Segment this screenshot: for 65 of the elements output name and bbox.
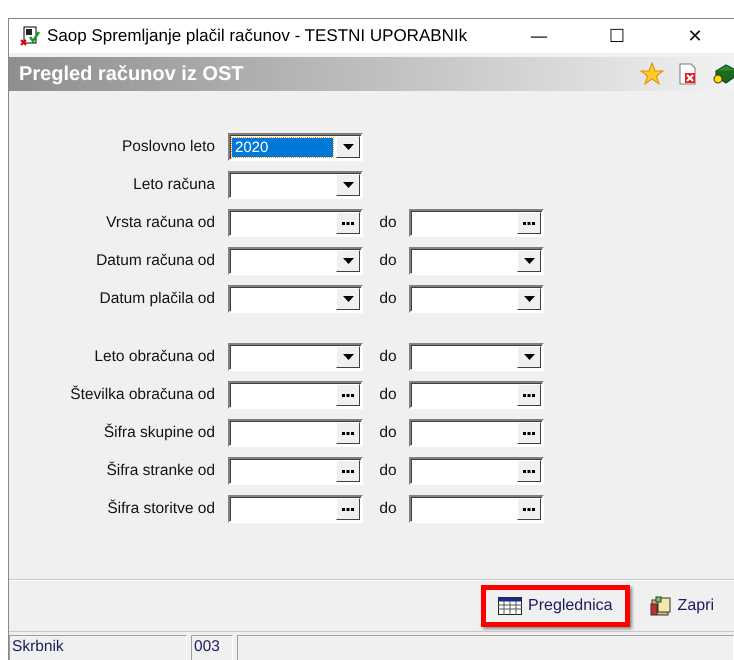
field-label: Šifra skupine od: [102, 424, 216, 442]
lookup-field[interactable]: [409, 381, 544, 409]
close-window-button[interactable]: Zapri: [644, 592, 720, 620]
status-cell: 003: [191, 635, 233, 660]
dropdown-arrow-icon[interactable]: [342, 182, 354, 188]
delete-document-icon[interactable]: [678, 63, 698, 85]
field-label: Poslovno leto: [120, 138, 216, 156]
field-label: Leto obračuna od: [93, 348, 216, 366]
field-label: do: [378, 290, 398, 308]
ellipsis-icon[interactable]: [523, 222, 535, 224]
ellipsis-icon[interactable]: [342, 470, 354, 472]
dropdown-field[interactable]: [228, 285, 363, 313]
dropdown-field[interactable]: [228, 343, 363, 371]
dropdown-field[interactable]: 2020: [228, 133, 363, 161]
ellipsis-icon[interactable]: [523, 508, 535, 510]
lookup-field[interactable]: [228, 419, 363, 447]
lookup-field[interactable]: [228, 381, 363, 409]
table-icon: [498, 597, 522, 615]
dropdown-field[interactable]: [228, 171, 363, 199]
ellipsis-icon[interactable]: [523, 470, 535, 472]
field-label: do: [378, 214, 398, 232]
dropdown-arrow-icon[interactable]: [342, 144, 354, 150]
app-icon: [19, 25, 41, 47]
dropdown-arrow-icon[interactable]: [342, 296, 354, 302]
star-icon[interactable]: [640, 62, 664, 86]
field-label: do: [378, 386, 398, 404]
ellipsis-icon[interactable]: [523, 432, 535, 434]
field-label: do: [378, 462, 398, 480]
ellipsis-icon[interactable]: [342, 508, 354, 510]
door-icon: [650, 596, 672, 616]
field-label: do: [378, 252, 398, 270]
dropdown-arrow-icon[interactable]: [524, 354, 534, 360]
field-label: Leto računa: [132, 176, 216, 194]
ellipsis-icon[interactable]: [523, 394, 535, 396]
field-label: do: [378, 500, 398, 518]
ellipsis-icon[interactable]: [342, 394, 354, 396]
lookup-field[interactable]: [228, 495, 363, 523]
lookup-field[interactable]: [409, 495, 544, 523]
field-label: Šifra stranke od: [105, 462, 216, 480]
status-cell: Skrbnik: [9, 635, 187, 660]
field-label: Šifra storitve od: [106, 500, 216, 518]
panel-title: Pregled računov iz OST: [19, 62, 244, 86]
dropdown-field[interactable]: [409, 343, 544, 371]
field-label: Datum plačila od: [98, 290, 216, 308]
field-label: Vrsta računa od: [105, 214, 216, 232]
dropdown-field[interactable]: [409, 247, 544, 275]
lookup-field[interactable]: [409, 419, 544, 447]
table-view-button[interactable]: Preglednica: [481, 585, 630, 627]
lookup-field[interactable]: [409, 457, 544, 485]
dropdown-field[interactable]: [409, 285, 544, 313]
dropdown-arrow-icon[interactable]: [342, 354, 354, 360]
lookup-field[interactable]: [228, 209, 363, 237]
field-label: do: [378, 348, 398, 366]
ellipsis-icon[interactable]: [342, 432, 354, 434]
lookup-field[interactable]: [409, 209, 544, 237]
dropdown-arrow-icon[interactable]: [524, 296, 534, 302]
ellipsis-icon[interactable]: [342, 222, 354, 224]
field-label: Datum računa od: [95, 252, 216, 270]
dropdown-arrow-icon[interactable]: [342, 258, 354, 264]
lookup-field[interactable]: [228, 457, 363, 485]
field-label: do: [378, 424, 398, 442]
dropdown-field[interactable]: [228, 247, 363, 275]
window-title: Saop Spremljanje plačil računov - TESTNI UPORABNIk: [47, 26, 468, 46]
dropdown-arrow-icon[interactable]: [524, 258, 534, 264]
field-label: Številka obračuna od: [69, 386, 216, 404]
